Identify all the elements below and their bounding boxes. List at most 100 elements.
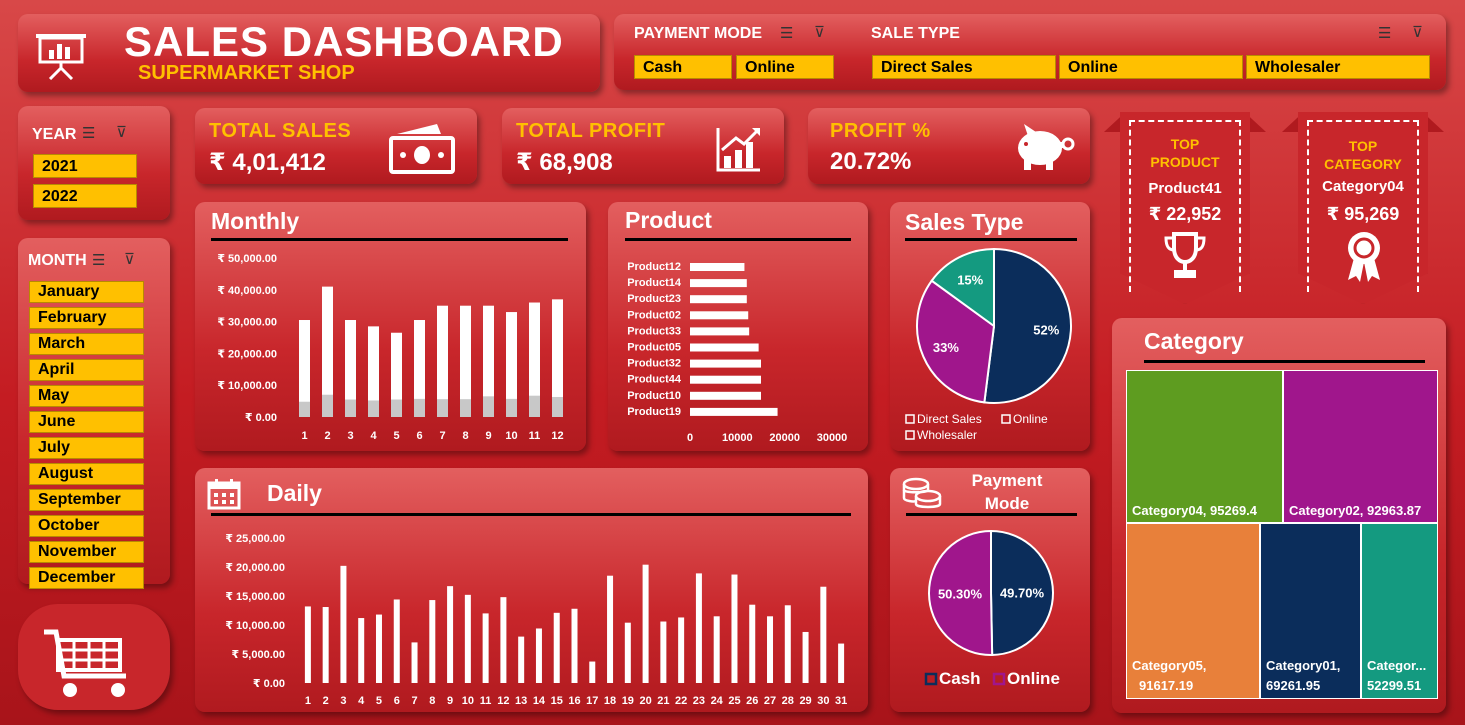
x-tick-label: 30 — [817, 695, 829, 707]
x-tick-label: 21 — [657, 695, 669, 707]
slicer-payment-cash[interactable]: Cash — [634, 55, 732, 79]
top-category-label-1: TOP — [1348, 138, 1378, 154]
product-bar — [690, 359, 761, 368]
slicer-month-july[interactable]: July — [29, 437, 144, 459]
legend-label: Cash — [939, 669, 981, 688]
payment-mode-chart-title-2: Mode — [984, 494, 1030, 513]
coins-icon — [902, 477, 942, 509]
slicer-month-january[interactable]: January — [29, 281, 144, 303]
slicer-month-november[interactable]: November — [29, 541, 144, 563]
daily-bar — [713, 616, 720, 683]
x-tick-label: 7 — [411, 695, 417, 707]
x-tick-label: 23 — [693, 695, 705, 707]
monthly-bar-secondary — [345, 399, 356, 417]
slicer-month-october[interactable]: October — [29, 515, 144, 537]
slicer-month-february[interactable]: February — [29, 307, 144, 329]
y-tick-label: Product02 — [627, 309, 681, 321]
multi-select-icon[interactable]: ☰ — [1378, 24, 1391, 42]
piggy-bank-icon — [1018, 124, 1075, 170]
slicer-year-2021[interactable]: 2021 — [33, 154, 137, 178]
x-tick-label: 6 — [394, 695, 400, 707]
dashboard-title: SALES DASHBOARD — [124, 18, 564, 65]
y-tick-label: Product44 — [627, 374, 682, 386]
x-tick-label: 5 — [393, 430, 399, 442]
slicer-month-april[interactable]: April — [29, 359, 144, 381]
product-bar — [690, 295, 747, 304]
product-bar — [690, 375, 761, 384]
clear-filter-icon[interactable]: ⊽ — [814, 23, 825, 41]
x-tick-label: 17 — [586, 695, 598, 707]
clear-filter-icon[interactable]: ⊽ — [116, 123, 127, 141]
slicer-month-march[interactable]: March — [29, 333, 144, 355]
daily-bar — [607, 575, 614, 683]
x-tick-label: 10000 — [722, 432, 753, 444]
x-tick-label: 1 — [301, 430, 307, 442]
y-tick-label: ₹ 10,000.00 — [217, 380, 277, 392]
x-tick-label: 22 — [675, 695, 687, 707]
slicer-sale-wholesaler[interactable]: Wholesaler — [1246, 55, 1430, 79]
x-tick-label: 25 — [728, 695, 740, 707]
month-slicer-label: MONTH — [28, 252, 87, 269]
kpi-label: TOTAL PROFIT — [516, 120, 666, 142]
legend-swatch — [924, 672, 938, 686]
y-tick-label: Product14 — [627, 277, 682, 289]
payment-mode-slice-label: 50.30% — [938, 586, 983, 601]
x-tick-label: 12 — [497, 695, 509, 707]
clear-filter-icon[interactable]: ⊽ — [124, 250, 135, 268]
treemap-cell-category05: Category05, 91617.19 — [1126, 523, 1260, 699]
legend-label: Online — [1007, 669, 1060, 688]
multi-select-icon[interactable]: ☰ — [82, 124, 95, 142]
product-bar — [690, 311, 749, 320]
sales-type-pie-chart: 52% 33% 15% Direct Sales Online Wholesaler — [905, 247, 1072, 442]
monthly-bar-secondary — [506, 398, 517, 417]
daily-bar-chart: ₹ 25,000.00 ₹ 20,000.00 ₹ 15,000.00 ₹ 10,00… — [225, 533, 847, 707]
kpi-label: TOTAL SALES — [209, 120, 352, 142]
slicer-month-june[interactable]: June — [29, 411, 144, 433]
y-tick-label: ₹ 15,000.00 — [225, 591, 285, 603]
y-tick-label: Product12 — [627, 261, 681, 273]
daily-bar — [802, 631, 809, 683]
daily-bar — [589, 661, 596, 683]
x-tick-label: 31 — [835, 695, 847, 707]
daily-bar — [464, 594, 471, 683]
slicer-month-december[interactable]: December — [29, 567, 144, 589]
product-bar — [690, 407, 778, 416]
award-badge-icon — [1348, 232, 1380, 282]
y-tick-label: Product23 — [627, 293, 681, 305]
daily-bar — [304, 606, 311, 683]
x-tick-label: 18 — [604, 695, 616, 707]
treemap-cell-value: 52299.51 — [1367, 678, 1422, 693]
x-tick-label: 6 — [416, 430, 422, 442]
daily-bar — [447, 586, 454, 683]
slicer-sale-online[interactable]: Online — [1059, 55, 1243, 79]
slicer-payment-online[interactable]: Online — [736, 55, 834, 79]
x-tick-label: 13 — [515, 695, 527, 707]
category-treemap: Category04, 95269.4 Category02, 92963.87 C… — [1126, 370, 1438, 699]
x-tick-label: 28 — [782, 695, 794, 707]
slicer-sale-direct[interactable]: Direct Sales — [872, 55, 1056, 79]
sales-type-slice-label: 15% — [957, 272, 983, 287]
slicer-month-may[interactable]: May — [29, 385, 144, 407]
sales-type-slice-label: 52% — [1033, 322, 1059, 337]
product-chart-panel: Product Product12 Product14 Product23 Produ… — [608, 202, 868, 451]
slicer-month-september[interactable]: September — [29, 489, 144, 511]
y-tick-label: Product19 — [627, 406, 681, 418]
multi-select-icon[interactable]: ☰ — [92, 251, 105, 269]
top-product-label-2: PRODUCT — [1150, 154, 1220, 170]
slicer-year-2022[interactable]: 2022 — [33, 184, 137, 208]
daily-bar — [767, 616, 774, 683]
x-tick-label: 2 — [323, 695, 329, 707]
year-slicer-panel: YEAR ☰ ⊽ 2021 2022 — [18, 106, 170, 220]
top-slicers-panel: PAYMENT MODE ☰ ⊽ Cash Online SALE TYPE ☰… — [614, 14, 1446, 90]
kpi-label: PROFIT % — [830, 120, 931, 142]
slicer-month-august[interactable]: August — [29, 463, 144, 485]
x-tick-label: 27 — [764, 695, 776, 707]
x-tick-label: 8 — [429, 695, 435, 707]
multi-select-icon[interactable]: ☰ — [780, 24, 793, 42]
dashboard-subtitle: SUPERMARKET SHOP — [138, 62, 355, 84]
clear-filter-icon[interactable]: ⊽ — [1412, 23, 1423, 41]
x-tick-label: 19 — [622, 695, 634, 707]
monthly-bar-secondary — [552, 396, 563, 417]
daily-bar — [482, 613, 489, 683]
y-tick-label: ₹ 40,000.00 — [217, 285, 277, 297]
